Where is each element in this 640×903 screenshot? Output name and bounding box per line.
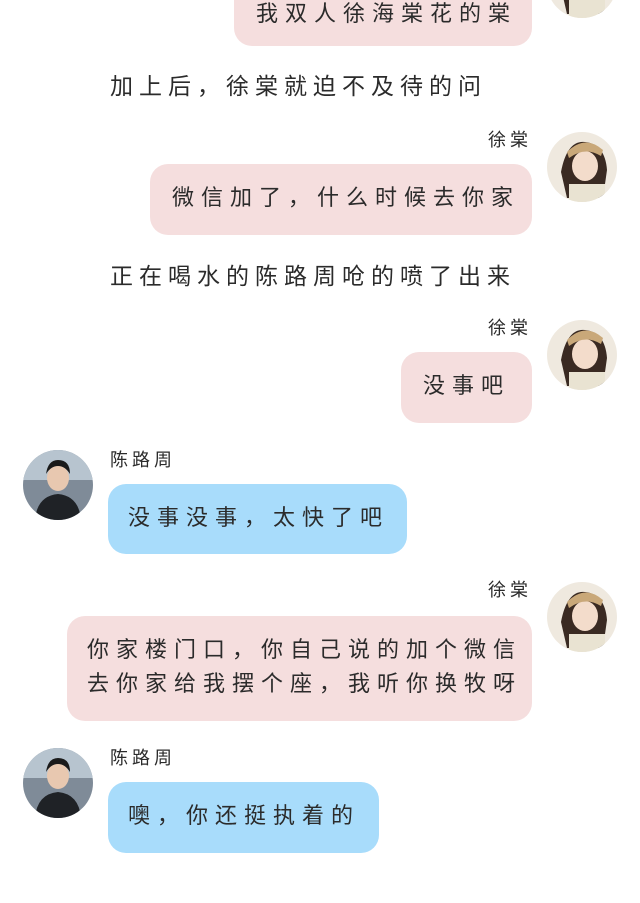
- message-bubble: 没事吧: [401, 352, 532, 423]
- message-text-line: 你家楼门口，你自己说的加个微信: [87, 638, 523, 663]
- message-bubble: 我双人徐海棠花的棠: [234, 0, 532, 46]
- message-text: 微信加了，什么时候去你家: [172, 186, 521, 211]
- sender-name: 陈路周: [110, 450, 176, 471]
- avatar-chenluzhou: [23, 748, 93, 818]
- message-bubble: 噢，你还挺执着的: [108, 782, 379, 853]
- message-text: 没事没事，太快了吧: [128, 506, 390, 531]
- avatar-xutang: [547, 132, 617, 202]
- avatar-xutang: [547, 582, 617, 652]
- message-bubble: 你家楼门口，你自己说的加个微信 去你家给我摆个座，我听你换牧呀: [67, 616, 532, 721]
- message-bubble: 微信加了，什么时候去你家: [150, 164, 532, 235]
- message-text: 我双人徐海棠花的棠: [256, 2, 518, 27]
- sender-name: 徐棠: [488, 580, 532, 601]
- sender-name: 徐棠: [488, 130, 532, 151]
- sender-name: 徐棠: [488, 318, 532, 339]
- sender-name: 陈路周: [110, 748, 176, 769]
- avatar-chenluzhou: [23, 450, 93, 520]
- narration-text: 加上后，徐棠就迫不及待的问: [110, 74, 487, 100]
- message-text-line: 去你家给我摆个座，我听你换牧呀: [87, 672, 523, 697]
- narration-text: 正在喝水的陈路周呛的喷了出来: [110, 264, 516, 290]
- message-text: 没事吧: [423, 374, 511, 399]
- message-bubble: 没事没事，太快了吧: [108, 484, 407, 554]
- avatar-xutang: [547, 320, 617, 390]
- message-text: 噢，你还挺执着的: [128, 804, 361, 829]
- avatar-xutang: [547, 0, 617, 18]
